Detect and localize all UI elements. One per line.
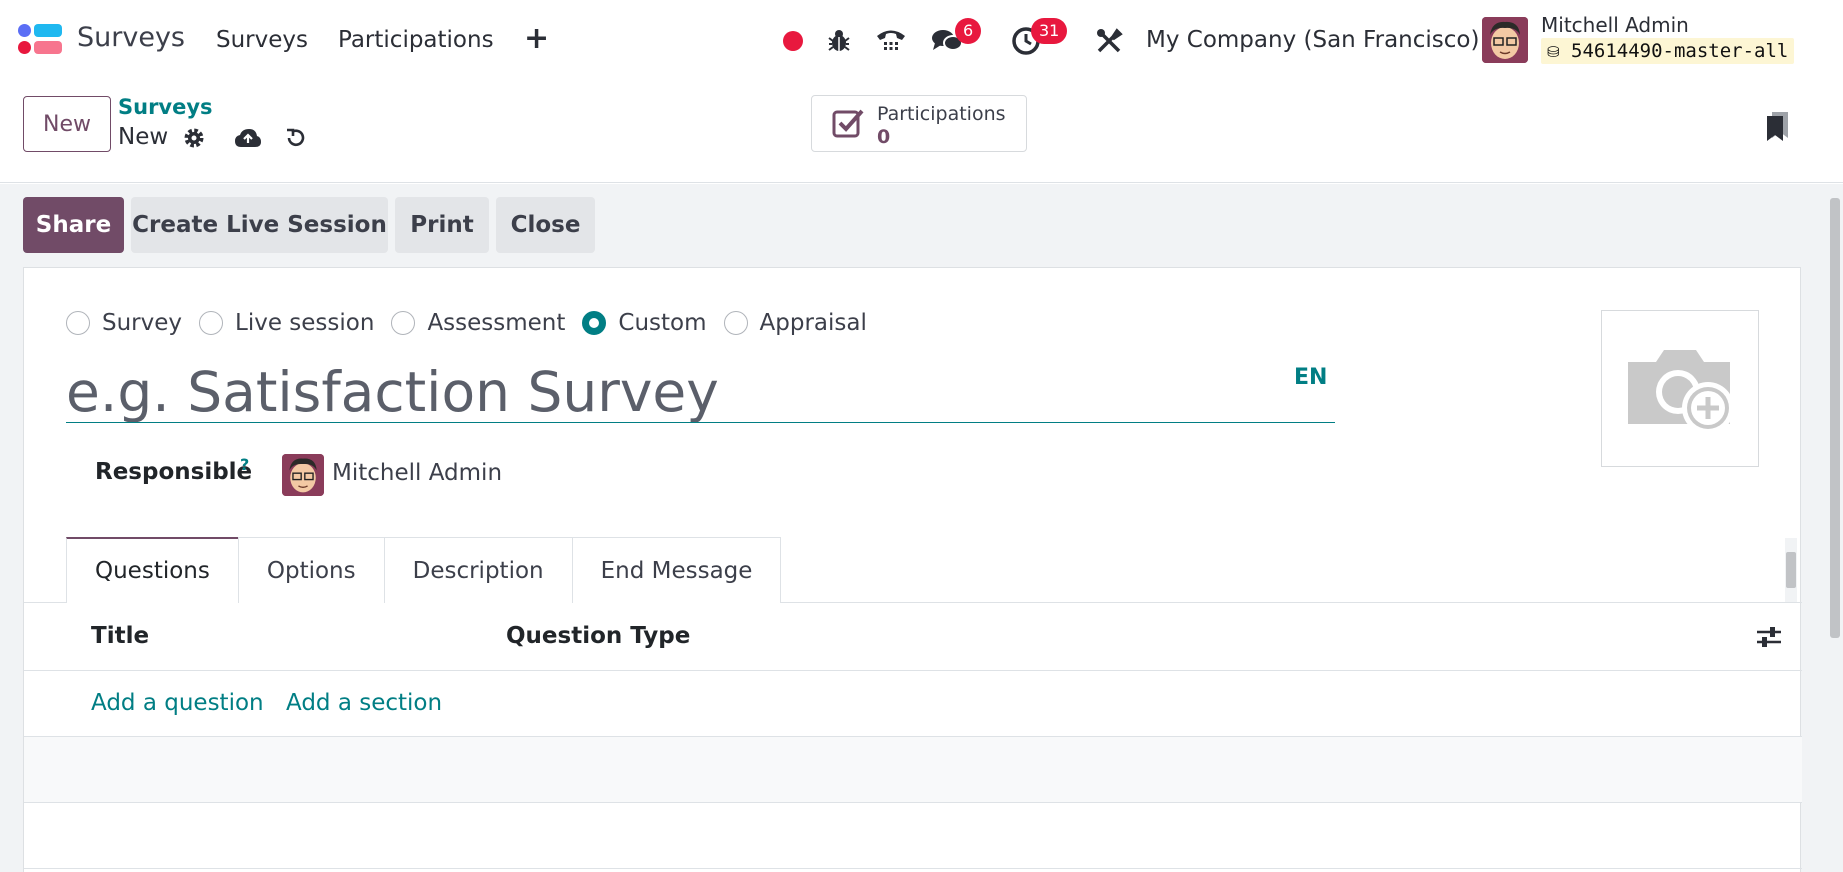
tools-icon[interactable] (1092, 24, 1126, 58)
radio-circle[interactable] (199, 311, 224, 335)
help-tooltip-icon[interactable]: ? (240, 455, 249, 474)
scrollbar-thumb[interactable] (1786, 552, 1796, 588)
breadcrumb-current: New (118, 124, 169, 150)
tab-options[interactable]: Options (237, 537, 385, 603)
radio-label: Appraisal (759, 310, 867, 336)
form-sheet: Survey Live session Assessment Custom Ap… (23, 267, 1802, 872)
notebook-tabs: Questions Options Description End Messag… (66, 537, 782, 603)
user-name[interactable]: Mitchell Admin (1541, 13, 1689, 37)
questions-add-row: Add a question Add a section (24, 671, 1802, 737)
radio-survey[interactable]: Survey (66, 310, 182, 336)
smart-button-label: Participations (877, 103, 1006, 125)
add-question-link[interactable]: Add a question (91, 690, 264, 716)
radio-appraisal[interactable]: Appraisal (723, 310, 867, 336)
company-switcher[interactable]: My Company (San Francisco) (1146, 27, 1479, 53)
responsible-label: Responsible (95, 459, 253, 485)
radio-label: Survey (102, 310, 183, 336)
radio-assessment[interactable]: Assessment (391, 310, 565, 336)
empty-row (24, 737, 1802, 803)
database-tag: ⛁ 54614490-master-all (1541, 38, 1795, 64)
close-button[interactable]: Close (496, 197, 595, 253)
responsible-field[interactable]: Mitchell Admin (332, 460, 502, 486)
radio-circle[interactable] (582, 311, 607, 335)
radio-circle[interactable] (391, 311, 416, 335)
app-brand[interactable]: Surveys (77, 22, 185, 53)
survey-title-input[interactable] (66, 361, 1335, 423)
discard-undo-icon[interactable] (282, 124, 310, 152)
form-content: Share Create Live Session Print Close Su… (0, 184, 1843, 872)
radio-label: Assessment (427, 310, 566, 336)
camera-add-icon (1628, 349, 1734, 434)
save-cloud-icon[interactable] (234, 124, 262, 152)
add-section-link[interactable]: Add a section (286, 690, 442, 716)
survey-type-radio-group: Survey Live session Assessment Custom Ap… (66, 310, 884, 336)
column-title[interactable]: Title (91, 623, 149, 649)
tab-description[interactable]: Description (383, 537, 573, 603)
language-toggle[interactable]: EN (1294, 365, 1327, 390)
menu-participations[interactable]: Participations (338, 27, 494, 53)
scrollbar-thumb[interactable] (1830, 198, 1840, 638)
tab-questions[interactable]: Questions (66, 537, 239, 603)
gear-icon[interactable] (180, 124, 208, 152)
top-navbar: Surveys Surveys Participations + 6 31 My… (0, 0, 1843, 80)
new-button[interactable]: New (23, 96, 111, 152)
empty-row (24, 803, 1802, 869)
print-button[interactable]: Print (395, 197, 489, 253)
menu-plus-button[interactable]: + (524, 21, 549, 56)
activities-badge: 31 (1031, 18, 1068, 44)
image-upload[interactable] (1601, 310, 1759, 467)
smart-button-value: 0 (877, 126, 891, 148)
app-menu-icon[interactable] (18, 24, 64, 58)
column-question-type[interactable]: Question Type (506, 623, 690, 649)
radio-custom[interactable]: Custom (582, 310, 707, 336)
participations-smart-button[interactable]: Participations 0 (811, 95, 1027, 152)
bookmark-icon[interactable] (1764, 110, 1790, 146)
responsible-avatar (282, 454, 324, 496)
radio-label: Live session (235, 310, 375, 336)
share-button[interactable]: Share (23, 197, 124, 253)
tabs-scrollbar[interactable] (1785, 538, 1797, 602)
record-icon[interactable] (776, 24, 810, 58)
checkbox-checked-icon (832, 109, 864, 138)
database-icon: ⛁ (1547, 43, 1560, 61)
radio-live-session[interactable]: Live session (199, 310, 374, 336)
breadcrumb-surveys[interactable]: Surveys (118, 95, 213, 119)
database-name: 54614490-master-all (1571, 40, 1789, 62)
radio-circle[interactable] (723, 311, 748, 335)
create-live-session-button[interactable]: Create Live Session (131, 197, 388, 253)
control-panel: New Surveys New Participations 0 (0, 80, 1843, 183)
radio-label: Custom (618, 310, 707, 336)
questions-list-header: Title Question Type (24, 603, 1802, 671)
phone-icon[interactable] (874, 24, 908, 58)
menu-surveys[interactable]: Surveys (216, 27, 308, 53)
messages-badge: 6 (955, 18, 982, 44)
debug-bug-icon[interactable] (822, 24, 856, 58)
radio-circle[interactable] (66, 311, 90, 335)
tab-end-message[interactable]: End Message (571, 537, 782, 603)
user-avatar[interactable] (1482, 17, 1528, 63)
page-scrollbar[interactable] (1827, 184, 1843, 872)
optional-columns-sliders-icon[interactable] (1756, 625, 1782, 653)
